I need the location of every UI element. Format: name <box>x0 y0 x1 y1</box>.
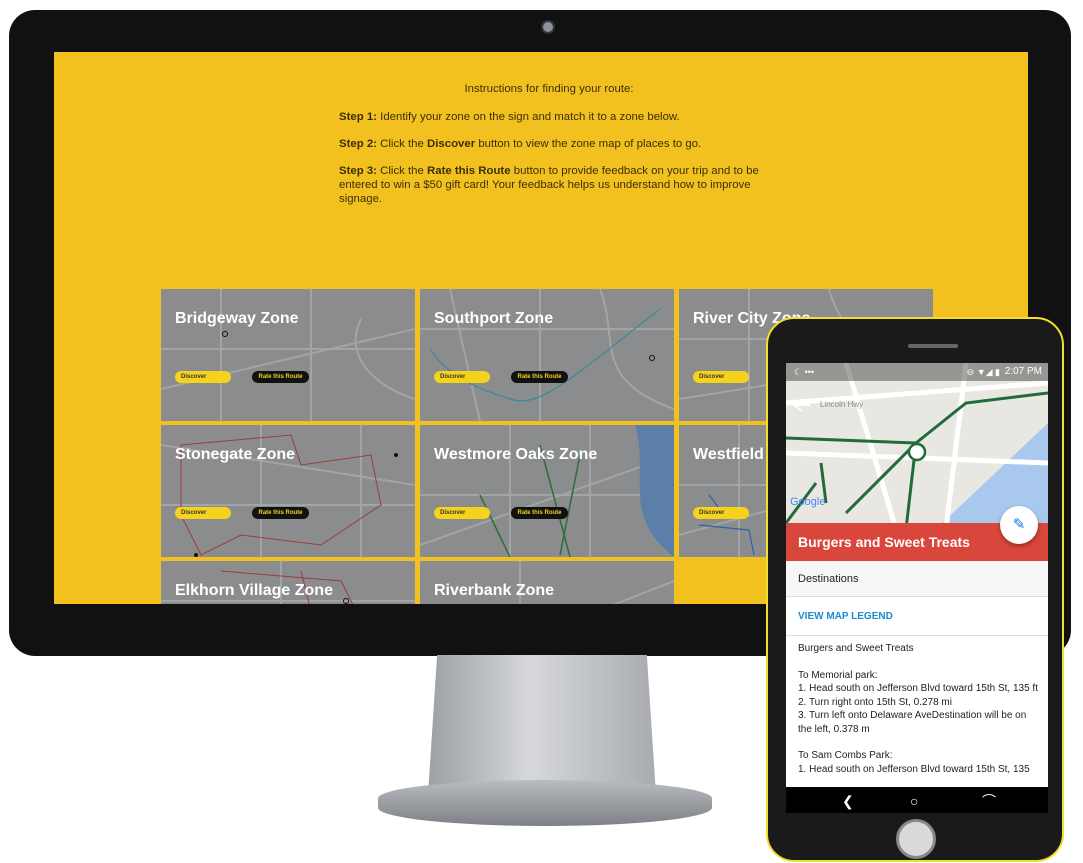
divider <box>786 635 1048 636</box>
destinations-row[interactable]: Destinations <box>786 561 1048 597</box>
phone-screen: Lincoln Hwy Google ☾ ••• ⊖ ▼◢ ▮ 2:07 PM … <box>786 363 1048 813</box>
zone-tile-riverbank: Riverbank Zone <box>420 561 674 604</box>
discover-button[interactable]: Discover <box>434 371 490 383</box>
phone-home-button[interactable] <box>896 819 936 859</box>
webcam-icon <box>541 20 555 34</box>
zone-tile-elkhorn-village: Elkhorn Village Zone <box>161 561 415 604</box>
instructions-panel: Instructions for finding your route: Ste… <box>339 82 759 219</box>
zone-tile-westmore-oaks: Westmore Oaks Zone Discover Rate this Ro… <box>420 425 674 557</box>
discover-button[interactable]: Discover <box>434 507 490 519</box>
step-1: Step 1: Identify your zone on the sign a… <box>339 111 680 123</box>
directions-text: Burgers and Sweet Treats To Memorial par… <box>798 642 1038 776</box>
rate-route-button[interactable]: Rate this Route <box>511 371 568 383</box>
status-left-icons: ☾ ••• <box>794 367 815 377</box>
rate-route-button[interactable]: Rate this Route <box>511 507 568 519</box>
rate-route-button[interactable]: Rate this Route <box>252 507 309 519</box>
route1-step: 1. Head south on Jefferson Blvd toward 1… <box>798 683 1038 694</box>
section-title: Burgers and Sweet Treats <box>798 643 914 654</box>
instructions-title: Instructions for finding your route: <box>464 83 634 95</box>
map-road-label: Lincoln Hwy <box>820 400 863 409</box>
route-map[interactable]: Lincoln Hwy Google <box>786 363 1048 530</box>
route1-title: To Memorial park: <box>798 669 878 681</box>
status-bar: ☾ ••• ⊖ ▼◢ ▮ 2:07 PM <box>786 363 1048 381</box>
recent-apps-icon[interactable]: ⌒ <box>982 793 996 809</box>
monitor-stand-neck <box>428 655 656 795</box>
route1-step: 3. Turn left onto Delaware AveDestinatio… <box>798 710 1027 735</box>
discover-button[interactable]: Discover <box>175 507 231 519</box>
zone-name: Stonegate Zone <box>175 446 296 463</box>
edit-icon[interactable]: ✎ <box>1000 506 1038 544</box>
rate-route-button[interactable]: Rate this Route <box>252 371 309 383</box>
home-icon[interactable]: ○ <box>910 793 918 809</box>
zone-name: Riverbank Zone <box>434 582 555 599</box>
route2-title: To Sam Combs Park: <box>798 750 893 761</box>
map-image: Lincoln Hwy Google <box>786 363 1048 530</box>
phone-speaker <box>908 344 958 348</box>
google-logo: Google <box>790 496 825 508</box>
zone-name: Elkhorn Village Zone <box>175 582 333 599</box>
mobile-phone: Lincoln Hwy Google ☾ ••• ⊖ ▼◢ ▮ 2:07 PM … <box>766 317 1064 862</box>
android-nav-bar: ❮ ○ ⌒ <box>786 787 1048 813</box>
zone-name: Westmore Oaks Zone <box>434 446 598 463</box>
step-2: Step 2: Click the Discover button to vie… <box>339 138 702 150</box>
discover-button[interactable]: Discover <box>693 371 749 383</box>
zone-name: Bridgeway Zone <box>175 310 299 327</box>
zone-tile-bridgeway: Bridgeway Zone Discover Rate this Route <box>161 289 415 421</box>
zone-tile-stonegate: Stonegate Zone Discover Rate this Route <box>161 425 415 557</box>
route1-step: 2. Turn right onto 15th St, 0.278 mi <box>798 696 952 708</box>
discover-button[interactable]: Discover <box>693 507 749 519</box>
back-icon[interactable]: ❮ <box>842 793 854 809</box>
route2-step: 1. Head south on Jefferson Blvd toward 1… <box>798 763 1030 775</box>
status-time: 2:07 PM <box>1004 366 1042 377</box>
status-signal-icon: ⊖ ▼◢ ▮ <box>966 367 1000 377</box>
step-3: Step 3: Click the Rate this Route button… <box>339 165 759 205</box>
zone-tile-southport: Southport Zone Discover Rate this Route <box>420 289 674 421</box>
view-map-legend-link[interactable]: VIEW MAP LEGEND <box>798 611 893 622</box>
monitor-stand-base <box>378 780 712 826</box>
discover-button[interactable]: Discover <box>175 371 231 383</box>
zone-name: Southport Zone <box>434 310 554 327</box>
